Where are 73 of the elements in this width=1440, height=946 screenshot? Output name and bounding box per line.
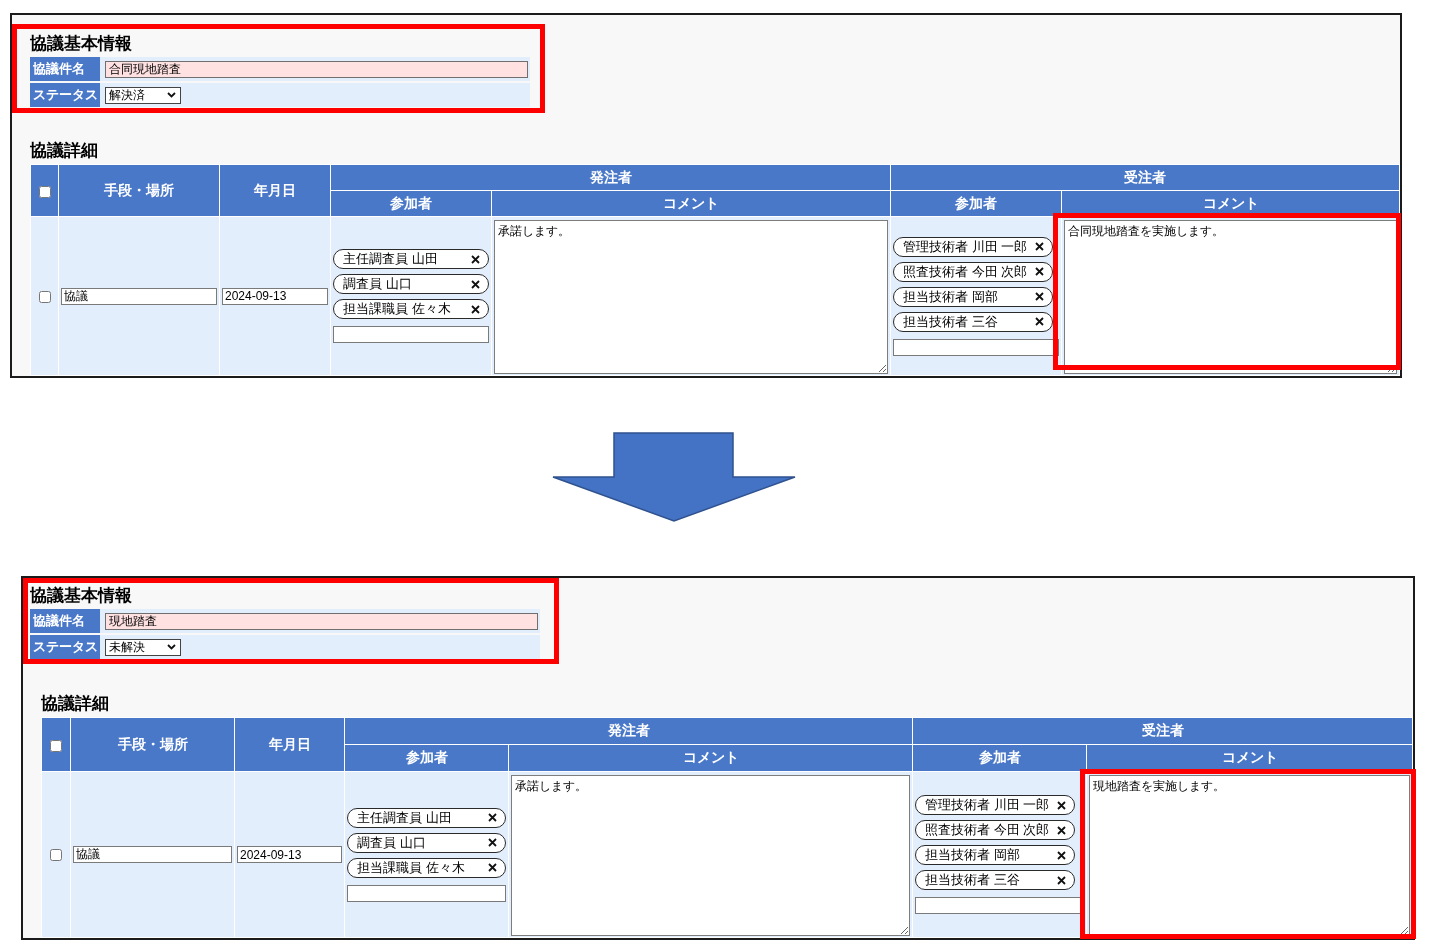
participant-input[interactable]	[893, 338, 1059, 356]
section-heading: 協議詳細	[41, 693, 109, 715]
participant-name: 担当課職員 佐々木	[357, 858, 465, 877]
column-header: 参加者	[891, 191, 1061, 216]
participant-name: 照査技術者 今田 次郎	[903, 262, 1028, 281]
column-header: 参加者	[345, 745, 508, 771]
field-label: ステータス	[30, 83, 100, 107]
select-all-checkbox[interactable]	[38, 185, 51, 198]
section-heading: 協議基本情報	[30, 586, 133, 606]
participant-name: 調査員 山口	[343, 275, 412, 293]
status-select[interactable]: 解決済	[105, 86, 181, 104]
group-header: 発注者	[331, 165, 890, 190]
field-label: ステータス	[30, 635, 100, 659]
close-icon[interactable]	[471, 254, 480, 264]
column-header: 手段・場所	[59, 165, 219, 216]
participant-name: 主任調査員 山田	[357, 808, 452, 827]
column-header: 参加者	[913, 745, 1086, 771]
column-header: コメント	[509, 745, 912, 771]
close-icon[interactable]	[1035, 267, 1044, 276]
close-icon[interactable]	[471, 279, 480, 289]
group-header: 受注者	[913, 718, 1412, 744]
comment-field[interactable]: 合同現地踏査を実施します。	[1064, 220, 1397, 374]
method-input[interactable]: 協議	[73, 846, 232, 863]
comment-field[interactable]: 現地踏査を実施します。	[1089, 775, 1410, 936]
date-input[interactable]: 2024-09-13	[222, 287, 328, 305]
participant-name: 担当技術者 岡部	[925, 846, 1020, 864]
participant-name: 管理技術者 川田 一郎	[925, 796, 1050, 814]
comment-field[interactable]: 承諾します。	[511, 775, 910, 936]
column-header: 手段・場所	[71, 718, 234, 771]
participant-input[interactable]	[333, 326, 489, 343]
field-label: 協議件名	[30, 609, 100, 633]
section-heading: 協議基本情報	[30, 34, 133, 54]
participant-input[interactable]	[347, 884, 506, 902]
participant-name: 担当技術者 三谷	[925, 871, 1020, 889]
row-checkbox[interactable]	[50, 849, 62, 862]
column-header: コメント	[492, 191, 890, 216]
status-select[interactable]: 未解決	[105, 638, 181, 656]
close-icon[interactable]	[488, 863, 497, 872]
group-header: 発注者	[345, 718, 912, 744]
column-header: 参加者	[331, 191, 491, 216]
close-icon[interactable]	[1035, 242, 1044, 251]
close-icon[interactable]	[1057, 825, 1066, 835]
participant-name: 主任調査員 山田	[343, 250, 438, 268]
row-checkbox[interactable]	[38, 290, 51, 303]
participant-name: 担当技術者 三谷	[903, 312, 998, 331]
column-header: コメント	[1087, 745, 1412, 771]
participant-name: 調査員 山口	[357, 833, 426, 852]
field-label: 協議件名	[30, 57, 100, 81]
close-icon[interactable]	[1057, 875, 1066, 885]
method-input[interactable]: 協議	[61, 287, 217, 305]
close-icon[interactable]	[488, 838, 497, 847]
participant-name: 管理技術者 川田 一郎	[903, 237, 1028, 256]
close-icon[interactable]	[1057, 850, 1066, 860]
column-header: 年月日	[235, 718, 344, 771]
title-input[interactable]: 合同現地踏査	[105, 60, 528, 78]
comment-field[interactable]: 承諾します。	[494, 220, 888, 374]
participant-name: 照査技術者 今田 次郎	[925, 821, 1050, 839]
down-arrow-icon	[552, 432, 796, 522]
participant-name: 担当技術者 岡部	[903, 287, 998, 306]
close-icon[interactable]	[1035, 317, 1044, 326]
close-icon[interactable]	[488, 813, 497, 822]
section-heading: 協議詳細	[30, 140, 98, 162]
close-icon[interactable]	[1035, 292, 1044, 301]
participant-name: 担当課職員 佐々木	[343, 300, 451, 318]
chevron-down-icon	[167, 92, 176, 98]
select-all-checkbox[interactable]	[50, 739, 62, 752]
chevron-down-icon	[167, 644, 176, 650]
column-header: 年月日	[220, 165, 330, 216]
close-icon[interactable]	[1057, 800, 1066, 810]
date-input[interactable]: 2024-09-13	[237, 846, 342, 863]
title-input[interactable]: 現地踏査	[105, 612, 538, 630]
group-header: 受注者	[891, 165, 1399, 190]
close-icon[interactable]	[471, 304, 480, 314]
